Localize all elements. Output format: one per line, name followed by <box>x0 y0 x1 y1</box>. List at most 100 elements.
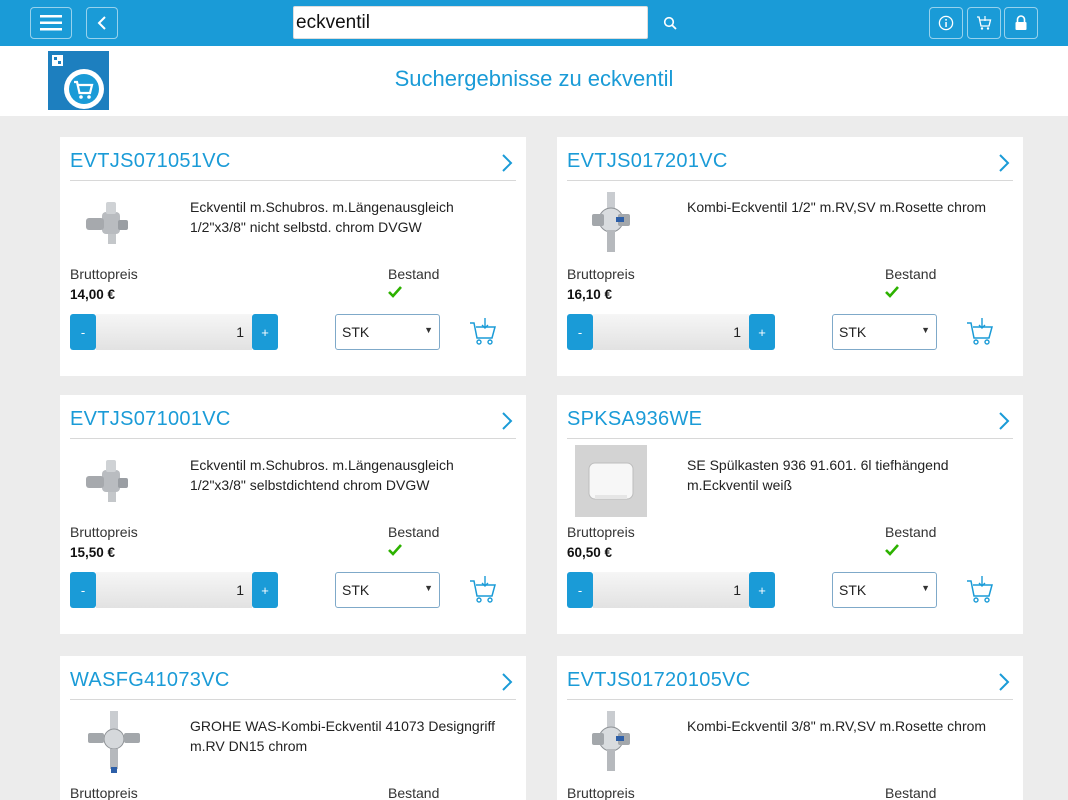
unit-select[interactable]: STK ▼ <box>335 314 440 350</box>
cistern-image <box>575 445 647 517</box>
stock-label: Bestand <box>885 785 937 800</box>
quantity-decrease-button[interactable]: - <box>70 572 96 608</box>
product-card: EVTJS017201VC Kombi-Eckventil 1/2" m.RV,… <box>557 137 1023 376</box>
description-line: 1/2"x3/8" nicht selbstd. chrom DVGW <box>190 219 422 235</box>
product-description: Kombi-Eckventil 3/8" m.RV,SV m.Rosette c… <box>687 716 1007 736</box>
combo-valve-image <box>592 711 630 771</box>
check-icon <box>388 286 402 298</box>
quantity-stepper: - + <box>567 572 775 608</box>
search-button[interactable] <box>652 6 688 39</box>
dropdown-arrow-icon: ▼ <box>921 325 930 335</box>
chevron-left-icon <box>97 16 106 30</box>
quantity-decrease-button[interactable]: - <box>567 572 593 608</box>
add-to-cart-icon[interactable] <box>468 317 498 347</box>
product-description: SE Spülkasten 936 91.601. 6l tiefhängend… <box>687 455 1007 495</box>
check-icon <box>885 286 899 298</box>
description-line: Eckventil m.Schubros. m.Längenausgleich <box>190 199 454 215</box>
quantity-stepper: - + <box>70 314 278 350</box>
menu-button[interactable] <box>30 7 72 39</box>
quantity-input[interactable] <box>593 572 749 608</box>
lock-icon <box>1015 15 1027 30</box>
product-image[interactable] <box>78 189 150 257</box>
description-line: GROHE WAS-Kombi-Eckventil 41073 Designgr… <box>190 718 495 734</box>
grohe-valve-image <box>88 711 140 773</box>
description-line: 1/2"x3/8" selbstdichtend chrom DVGW <box>190 477 430 493</box>
product-description: GROHE WAS-Kombi-Eckventil 41073 Designgr… <box>190 716 510 756</box>
page-title: Suchergebnisse zu eckventil <box>394 66 674 91</box>
divider <box>567 180 1013 181</box>
quantity-increase-button[interactable]: + <box>252 572 278 608</box>
info-button[interactable] <box>929 7 963 39</box>
product-code[interactable]: EVTJS017201VC <box>567 150 728 173</box>
dropdown-arrow-icon: ▼ <box>424 583 433 593</box>
chevron-right-icon[interactable] <box>997 411 1011 431</box>
product-card: SPKSA936WE SE Spülkasten 936 91.601. 6l … <box>557 395 1023 634</box>
add-to-cart-icon[interactable] <box>965 575 995 605</box>
product-description: Eckventil m.Schubros. m.Längenausgleich … <box>190 455 510 495</box>
unit-value: STK <box>839 324 867 340</box>
description-line: Kombi-Eckventil 1/2" m.RV,SV m.Rosette c… <box>687 199 987 215</box>
unit-select[interactable]: STK ▼ <box>335 572 440 608</box>
angle-valve-image <box>86 202 128 244</box>
price-value: 60,50 € <box>567 545 613 560</box>
product-card: EVTJS071001VC Eckventil m.Schubros. m.Lä… <box>60 395 526 634</box>
unit-value: STK <box>342 582 370 598</box>
product-code[interactable]: WASFG41073VC <box>70 669 230 692</box>
combo-valve-image <box>592 192 630 252</box>
lock-button[interactable] <box>1004 7 1038 39</box>
product-image[interactable] <box>78 708 150 776</box>
stock-label: Bestand <box>388 266 440 282</box>
stock-label: Bestand <box>885 266 937 282</box>
product-image[interactable] <box>575 189 647 257</box>
product-card: EVTJS071051VC Eckventil m.Schubros. m.Lä… <box>60 137 526 376</box>
product-code[interactable]: EVTJS071001VC <box>70 408 231 431</box>
quantity-decrease-button[interactable]: - <box>567 314 593 350</box>
unit-select[interactable]: STK ▼ <box>832 314 937 350</box>
quantity-increase-button[interactable]: + <box>749 572 775 608</box>
price-value: 14,00 € <box>70 287 116 302</box>
description-line: Eckventil m.Schubros. m.Längenausgleich <box>190 457 454 473</box>
price-value: 16,10 € <box>567 287 613 302</box>
cart-button[interactable] <box>967 7 1001 39</box>
check-icon <box>885 544 899 556</box>
chevron-right-icon[interactable] <box>997 672 1011 692</box>
quantity-decrease-button[interactable]: - <box>70 314 96 350</box>
product-description: Eckventil m.Schubros. m.Längenausgleich … <box>190 197 510 237</box>
description-line: Kombi-Eckventil 3/8" m.RV,SV m.Rosette c… <box>687 718 987 734</box>
search-input[interactable] <box>293 6 648 39</box>
add-to-cart-icon[interactable] <box>965 317 995 347</box>
quantity-input[interactable] <box>593 314 749 350</box>
stock-label: Bestand <box>388 785 440 800</box>
description-line: m.RV DN15 chrom <box>190 738 308 754</box>
price-value: 15,50 € <box>70 545 116 560</box>
product-code[interactable]: EVTJS071051VC <box>70 150 231 173</box>
quantity-input[interactable] <box>96 572 252 608</box>
add-to-cart-icon[interactable] <box>468 575 498 605</box>
product-code[interactable]: EVTJS01720105VC <box>567 669 751 692</box>
price-label: Bruttopreis <box>70 785 138 800</box>
product-image[interactable] <box>78 447 150 515</box>
quantity-increase-button[interactable]: + <box>252 314 278 350</box>
description-line: SE Spülkasten 936 91.601. 6l tiefhängend <box>687 457 949 473</box>
chevron-right-icon[interactable] <box>500 153 514 173</box>
dropdown-arrow-icon: ▼ <box>921 583 930 593</box>
back-button[interactable] <box>86 7 118 39</box>
divider <box>70 438 516 439</box>
product-description: Kombi-Eckventil 1/2" m.RV,SV m.Rosette c… <box>687 197 1007 217</box>
chevron-right-icon[interactable] <box>500 672 514 692</box>
chevron-right-icon[interactable] <box>500 411 514 431</box>
price-label: Bruttopreis <box>567 524 635 540</box>
price-label: Bruttopreis <box>567 785 635 800</box>
cart-icon <box>977 16 992 30</box>
unit-select[interactable]: STK ▼ <box>832 572 937 608</box>
quantity-input[interactable] <box>96 314 252 350</box>
dropdown-arrow-icon: ▼ <box>424 325 433 335</box>
quantity-stepper: - + <box>70 572 278 608</box>
price-label: Bruttopreis <box>70 524 138 540</box>
chevron-right-icon[interactable] <box>997 153 1011 173</box>
product-code[interactable]: SPKSA936WE <box>567 408 702 431</box>
product-image[interactable] <box>575 708 647 776</box>
quantity-increase-button[interactable]: + <box>749 314 775 350</box>
search-icon <box>663 16 677 30</box>
product-image[interactable] <box>575 445 647 517</box>
